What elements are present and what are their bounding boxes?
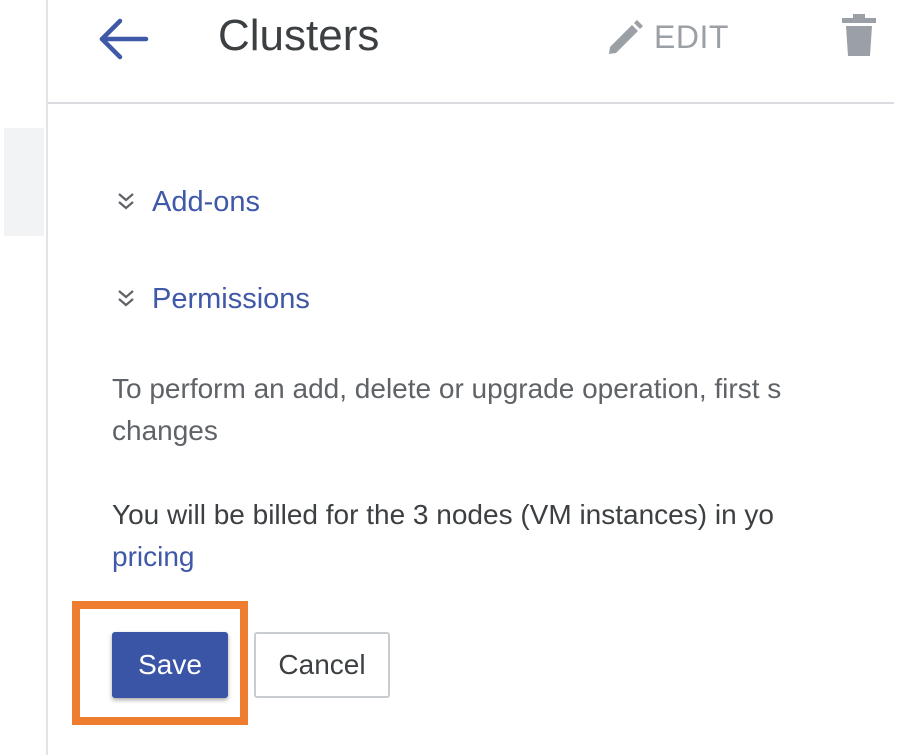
edit-label: EDIT	[654, 18, 729, 55]
save-button[interactable]: Save	[112, 632, 228, 698]
operation-info-text: To perform an add, delete or upgrade ope…	[112, 368, 894, 452]
arrow-left-icon	[99, 18, 149, 60]
section-label-permissions: Permissions	[152, 282, 310, 315]
rail-highlight	[4, 128, 44, 236]
cancel-button[interactable]: Cancel	[254, 632, 390, 698]
double-chevron-down-icon	[118, 193, 134, 210]
pricing-link[interactable]: pricing	[112, 541, 194, 572]
double-chevron-down-icon	[118, 290, 134, 307]
trash-icon	[842, 14, 876, 56]
edit-button[interactable]: EDIT	[604, 14, 729, 60]
billing-info-text: You will be billed for the 3 nodes (VM i…	[112, 494, 894, 578]
left-rail	[0, 0, 48, 755]
pencil-icon	[609, 20, 643, 54]
back-button[interactable]	[96, 14, 152, 64]
page-header	[48, 0, 894, 104]
delete-button[interactable]	[838, 12, 880, 58]
billing-info-line: You will be billed for the 3 nodes (VM i…	[112, 499, 774, 530]
operation-info-line: To perform an add, delete or upgrade ope…	[112, 373, 782, 404]
page-title: Clusters	[218, 11, 380, 60]
section-label-addons: Add-ons	[152, 185, 261, 218]
section-toggle-permissions[interactable]: Permissions	[114, 279, 310, 319]
section-toggle-addons[interactable]: Add-ons	[114, 182, 260, 222]
operation-info-line: changes	[112, 415, 218, 446]
